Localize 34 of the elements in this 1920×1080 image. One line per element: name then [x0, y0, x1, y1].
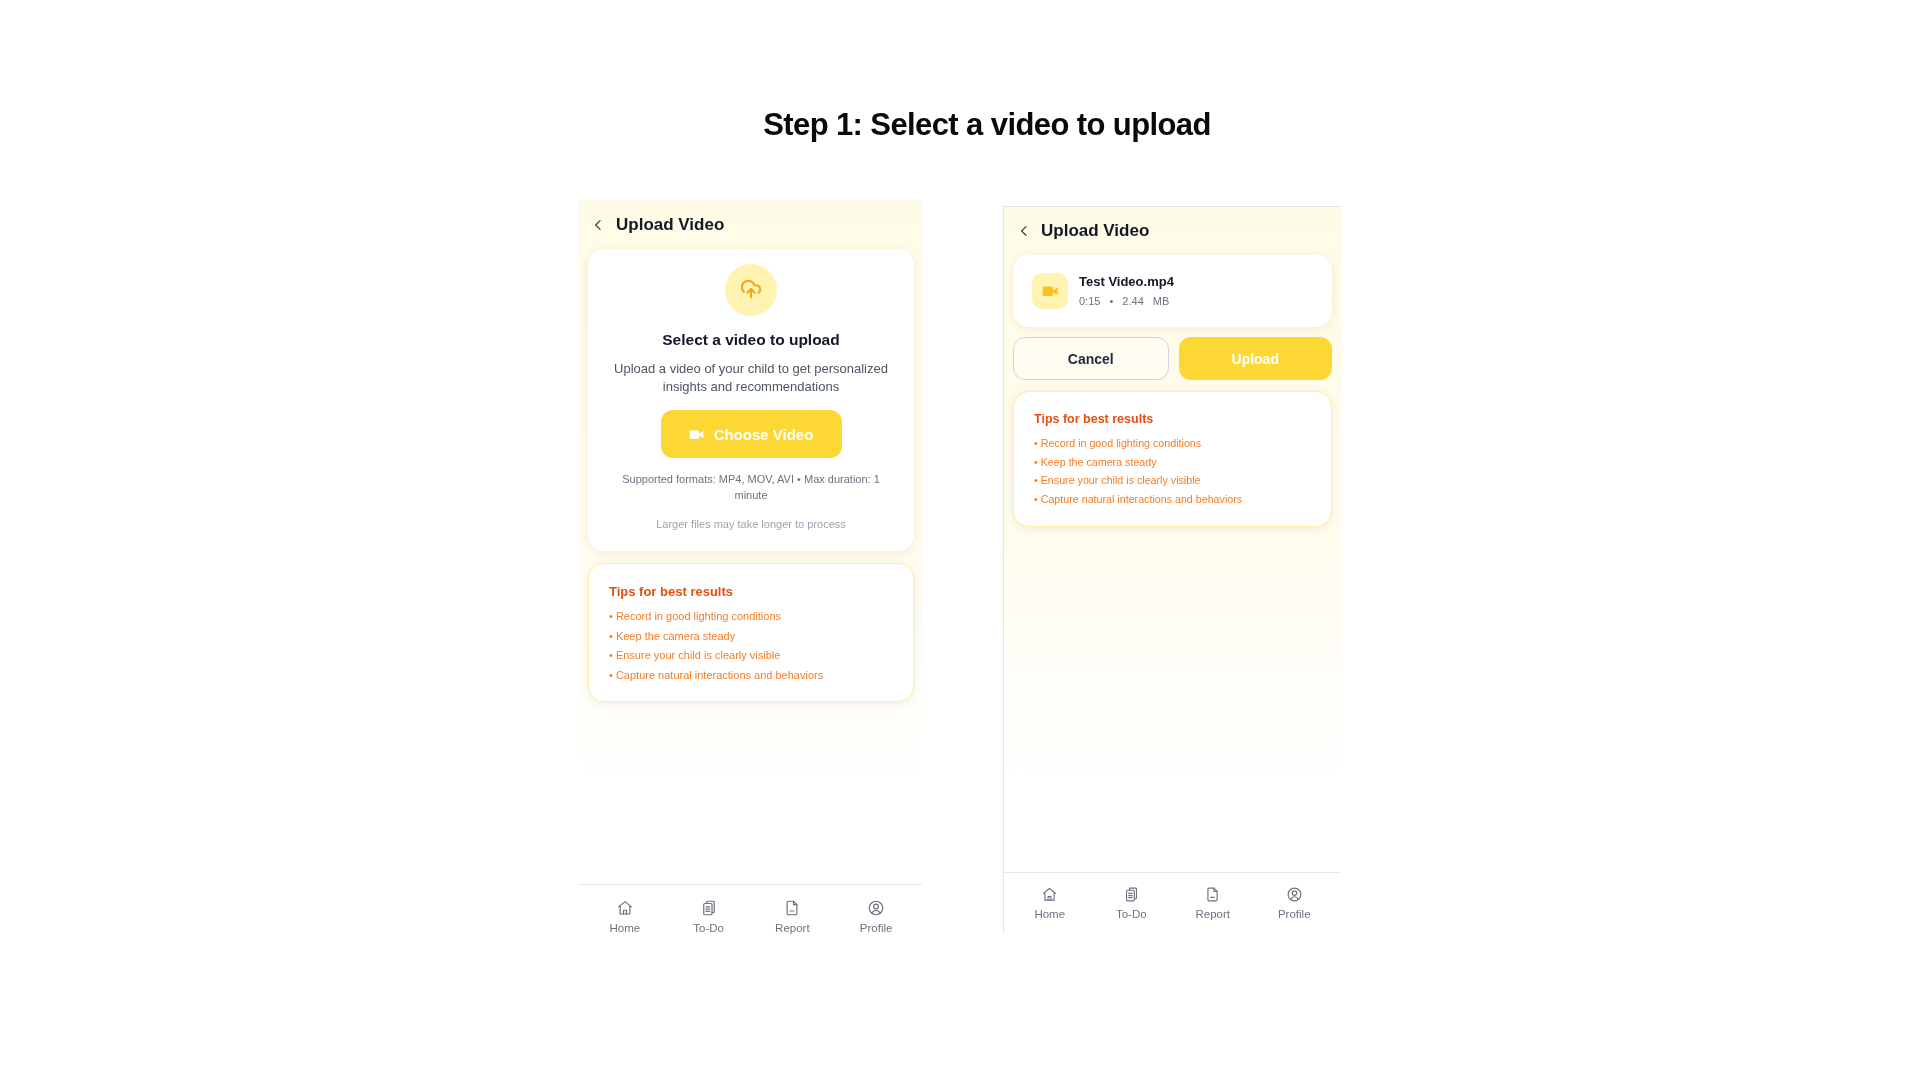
- size-note: Larger files may take longer to process: [656, 517, 846, 532]
- nav-tab[interactable]: Report: [1195, 886, 1230, 921]
- page-heading: Step 1: Select a video to upload: [763, 106, 1211, 144]
- screen-title: Upload Video: [1041, 221, 1150, 241]
- nav-tab[interactable]: Home: [1034, 886, 1066, 921]
- tip-item: • Keep the camera steady: [1034, 454, 1158, 470]
- video-camera-icon: [1032, 273, 1068, 309]
- home-icon: [1041, 886, 1059, 903]
- tips-title: Tips for best results: [609, 583, 734, 601]
- tip-item: • Record in good lighting conditions: [1034, 436, 1203, 451]
- nav-tab[interactable]: Home: [609, 899, 641, 935]
- screen-title: Upload Video: [616, 214, 725, 235]
- file-name: Test Video.mp4: [1079, 273, 1174, 290]
- cancel-button[interactable]: Cancel: [1013, 337, 1169, 380]
- cloud-upload-icon: [725, 264, 777, 316]
- tip-item: • Ensure your child is clearly visible: [609, 648, 782, 663]
- nav-tab[interactable]: To-Do: [1115, 886, 1147, 921]
- home-icon: [615, 899, 634, 917]
- tip-item: • Ensure your child is clearly visible: [1034, 473, 1202, 489]
- user-circle-icon: [1285, 886, 1303, 903]
- nav-tab[interactable]: To-Do: [693, 899, 724, 935]
- tips-title: Tips for best results: [1034, 411, 1155, 428]
- nav-tab[interactable]: Profile: [859, 899, 893, 935]
- user-circle-icon: [867, 899, 886, 917]
- card-title: Select a video to upload: [662, 330, 840, 350]
- tip-item: • Record in good lighting conditions: [609, 609, 782, 624]
- tip-item: • Capture natural interactions and behaviors: [609, 667, 825, 683]
- nav-tab[interactable]: Profile: [1277, 886, 1311, 921]
- tip-item: • Capture natural interactions and behaviors: [1034, 492, 1244, 508]
- card-description: Upload a video of your child to get personalized insights and recommendations: [613, 360, 889, 396]
- tip-item: • Keep the camera steady: [609, 628, 737, 644]
- file-meta: 0:15 • 2.44 MB: [1079, 294, 1171, 309]
- nav-tab[interactable]: Report: [775, 899, 810, 935]
- formats-note: Supported formats: MP4, MOV, AVI • Max duration: 1 minute: [621, 472, 881, 503]
